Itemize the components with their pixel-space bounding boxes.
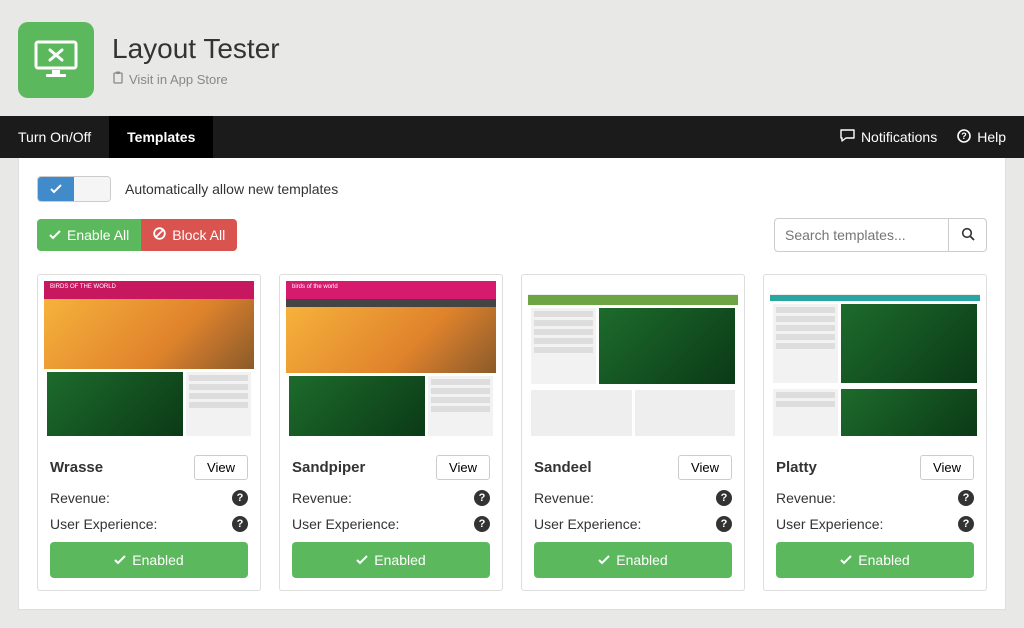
visit-app-store-link[interactable]: Visit in App Store bbox=[112, 71, 280, 87]
check-icon bbox=[114, 552, 126, 568]
check-icon bbox=[49, 227, 61, 243]
help-icon[interactable]: ? bbox=[958, 490, 974, 506]
ux-label: User Experience: bbox=[776, 516, 883, 532]
template-name: Sandeel bbox=[534, 459, 592, 476]
tabs: Turn On/Off Templates bbox=[0, 116, 213, 158]
view-button[interactable]: View bbox=[436, 455, 490, 480]
template-card: BIRDS OF THE WORLD Wrasse View Revenue: … bbox=[37, 274, 261, 591]
search-icon bbox=[961, 227, 975, 244]
enabled-button[interactable]: Enabled bbox=[50, 542, 248, 578]
help-icon[interactable]: ? bbox=[716, 490, 732, 506]
tab-turn-on-off[interactable]: Turn On/Off bbox=[0, 116, 109, 158]
enabled-label: Enabled bbox=[132, 552, 183, 568]
page-title: Layout Tester bbox=[112, 33, 280, 65]
check-icon bbox=[840, 552, 852, 568]
view-button[interactable]: View bbox=[194, 455, 248, 480]
template-card: Platty View Revenue: ? User Experience: … bbox=[763, 274, 987, 591]
template-thumbnail: BIRDS OF THE WORLD bbox=[38, 275, 260, 445]
ux-label: User Experience: bbox=[50, 516, 157, 532]
enabled-label: Enabled bbox=[858, 552, 909, 568]
revenue-label: Revenue: bbox=[534, 490, 594, 506]
help-label: Help bbox=[977, 129, 1006, 145]
enabled-label: Enabled bbox=[616, 552, 667, 568]
template-name: Platty bbox=[776, 459, 817, 476]
enabled-label: Enabled bbox=[374, 552, 425, 568]
enable-all-button[interactable]: Enable All bbox=[37, 219, 141, 251]
check-icon bbox=[38, 177, 74, 201]
help-icon[interactable]: ? bbox=[232, 516, 248, 532]
visit-app-store-label: Visit in App Store bbox=[129, 72, 228, 87]
auto-allow-toggle[interactable] bbox=[37, 176, 111, 202]
navbar: Turn On/Off Templates Notifications ? He… bbox=[0, 116, 1024, 158]
help-icon: ? bbox=[957, 129, 971, 146]
check-icon bbox=[356, 552, 368, 568]
help-icon[interactable]: ? bbox=[958, 516, 974, 532]
chat-icon bbox=[840, 129, 855, 146]
view-button[interactable]: View bbox=[678, 455, 732, 480]
enable-all-label: Enable All bbox=[67, 227, 129, 243]
revenue-label: Revenue: bbox=[50, 490, 110, 506]
check-icon bbox=[598, 552, 610, 568]
svg-text:?: ? bbox=[961, 131, 967, 141]
templates-panel: Automatically allow new templates Enable… bbox=[18, 158, 1006, 610]
help-icon[interactable]: ? bbox=[474, 490, 490, 506]
help-icon[interactable]: ? bbox=[716, 516, 732, 532]
notifications-label: Notifications bbox=[861, 129, 937, 145]
enabled-button[interactable]: Enabled bbox=[292, 542, 490, 578]
block-all-label: Block All bbox=[172, 227, 225, 243]
revenue-label: Revenue: bbox=[292, 490, 352, 506]
revenue-label: Revenue: bbox=[776, 490, 836, 506]
block-all-button[interactable]: Block All bbox=[141, 219, 237, 251]
app-icon bbox=[18, 22, 94, 98]
help-icon[interactable]: ? bbox=[232, 490, 248, 506]
auto-allow-label: Automatically allow new templates bbox=[125, 181, 338, 197]
block-icon bbox=[153, 227, 166, 243]
monitor-x-icon bbox=[32, 40, 80, 80]
view-button[interactable]: View bbox=[920, 455, 974, 480]
clipboard-icon bbox=[112, 71, 124, 87]
enabled-button[interactable]: Enabled bbox=[534, 542, 732, 578]
enabled-button[interactable]: Enabled bbox=[776, 542, 974, 578]
template-name: Sandpiper bbox=[292, 459, 365, 476]
notifications-link[interactable]: Notifications bbox=[840, 129, 937, 146]
page-header: Layout Tester Visit in App Store bbox=[0, 0, 1024, 116]
help-link[interactable]: ? Help bbox=[957, 129, 1006, 146]
help-icon[interactable]: ? bbox=[474, 516, 490, 532]
template-name: Wrasse bbox=[50, 459, 103, 476]
tab-templates[interactable]: Templates bbox=[109, 116, 213, 158]
template-card: birds of the world Sandpiper View Revenu… bbox=[279, 274, 503, 591]
template-cards: BIRDS OF THE WORLD Wrasse View Revenue: … bbox=[37, 274, 987, 591]
search-input[interactable] bbox=[774, 218, 949, 252]
ux-label: User Experience: bbox=[534, 516, 641, 532]
ux-label: User Experience: bbox=[292, 516, 399, 532]
template-thumbnail bbox=[764, 275, 986, 445]
search-button[interactable] bbox=[949, 218, 987, 252]
template-card: Sandeel View Revenue: ? User Experience:… bbox=[521, 274, 745, 591]
template-thumbnail bbox=[522, 275, 744, 445]
template-thumbnail: birds of the world bbox=[280, 275, 502, 445]
